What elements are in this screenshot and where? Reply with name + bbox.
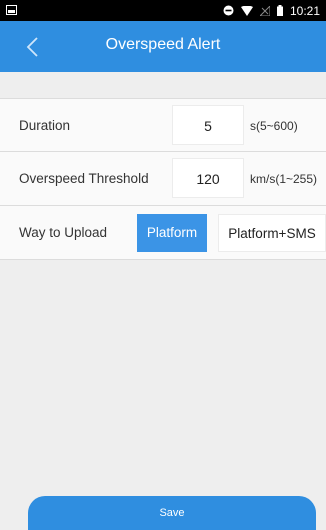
duration-label: Duration	[19, 118, 71, 133]
upload-option-platform[interactable]: Platform	[137, 214, 207, 252]
wifi-icon	[240, 5, 253, 16]
upload-option-platform-sms[interactable]: Platform+SMS	[218, 214, 326, 252]
threshold-row: Overspeed Threshold 120 km/s(1~255)	[0, 152, 326, 206]
threshold-input[interactable]: 120	[172, 158, 244, 198]
upload-row: Way to Upload Platform Platform+SMS	[0, 206, 326, 260]
status-time: 10:21	[289, 3, 320, 18]
settings-form: Duration 5 s(5~600) Overspeed Threshold …	[0, 98, 326, 260]
signal-icon	[259, 5, 270, 16]
notification-icon	[6, 5, 17, 15]
duration-input[interactable]: 5	[172, 105, 244, 145]
header: Overspeed Alert	[0, 21, 326, 72]
upload-label: Way to Upload	[19, 225, 108, 240]
status-bar: 10:21	[0, 0, 326, 21]
duration-range: s(5~600)	[250, 119, 298, 133]
page-title: Overspeed Alert	[105, 36, 221, 53]
threshold-label: Overspeed Threshold	[19, 171, 149, 186]
save-button[interactable]: Save	[28, 496, 316, 530]
do-not-disturb-icon	[223, 5, 234, 16]
threshold-range: km/s(1~255)	[250, 172, 318, 186]
battery-icon	[276, 5, 283, 16]
duration-row: Duration 5 s(5~600)	[0, 98, 326, 152]
